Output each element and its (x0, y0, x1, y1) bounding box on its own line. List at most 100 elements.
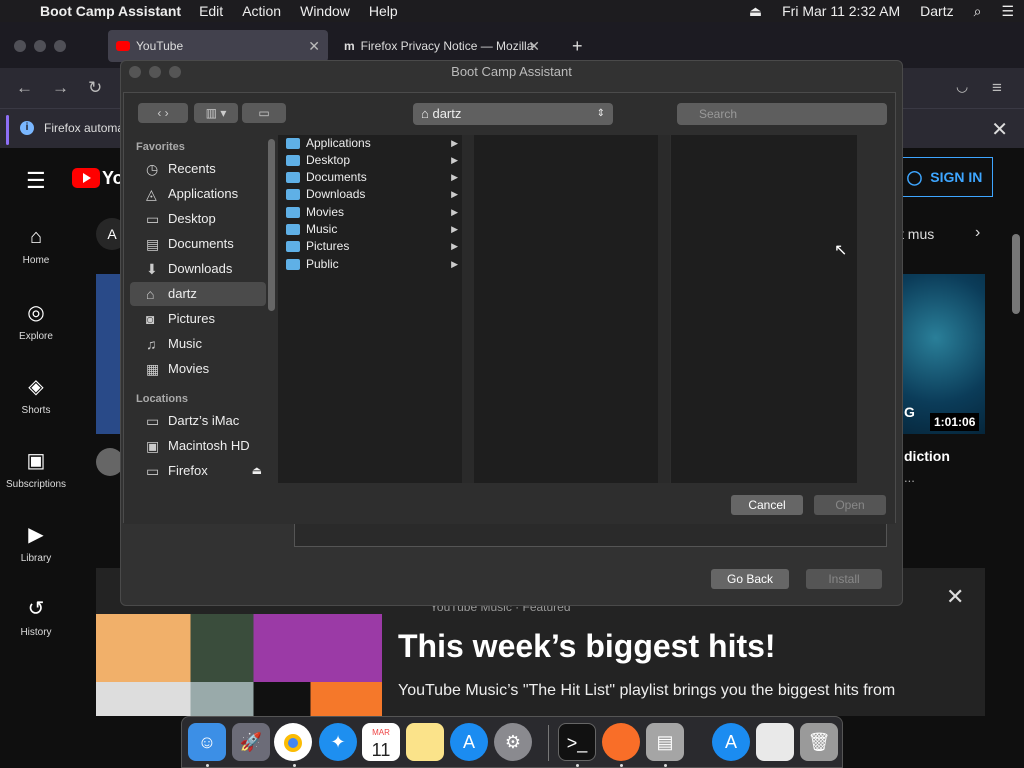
music-chip[interactable]: t mus (900, 226, 934, 242)
youtube-logo-icon[interactable] (72, 168, 100, 188)
menu-window[interactable]: Window (300, 3, 350, 19)
page-scrollbar[interactable] (1012, 234, 1020, 314)
search-input[interactable]: Search (677, 103, 887, 125)
notification-close-icon[interactable]: ✕ (991, 117, 1008, 142)
sidebar-item-pictures[interactable]: ◙ Pictures (130, 307, 266, 331)
terminal-icon[interactable]: >_ (558, 723, 596, 761)
minimize-window-light[interactable] (149, 66, 161, 78)
calendar-icon[interactable]: MAR 11 (362, 723, 400, 761)
sidebar-item-applications[interactable]: ◬ Applications (130, 182, 266, 206)
reload-icon[interactable]: ↻ (88, 78, 102, 98)
folder-item[interactable]: Public ▶ (280, 256, 460, 273)
notes-icon[interactable] (406, 723, 444, 761)
sidebar-item-documents[interactable]: ▤ Documents (130, 232, 266, 256)
video-thumbnail[interactable] (96, 274, 120, 434)
sidebar-item-macintosh-hd[interactable]: ▣ Macintosh HD (130, 434, 266, 458)
system-preferences-icon[interactable]: ⚙ (494, 723, 532, 761)
zoom-window-light[interactable] (169, 66, 181, 78)
pocket-icon[interactable]: ◡ (956, 78, 968, 95)
folder-item[interactable]: Pictures ▶ (280, 238, 460, 255)
trash-icon[interactable]: 🗑 (800, 723, 838, 761)
new-tab-icon[interactable]: + (564, 30, 591, 62)
bootcamp-icon[interactable]: ▤ (646, 723, 684, 761)
menu-bar: Boot Camp Assistant Edit Action Window H… (0, 0, 1024, 22)
minimize-window-light[interactable] (34, 40, 46, 52)
folder-item[interactable]: Downloads ▶ (280, 186, 460, 203)
sidebar-item-desktop[interactable]: ▭ Desktop (130, 207, 266, 231)
back-icon[interactable]: ← (16, 78, 33, 98)
nav-subscriptions[interactable]: ▣ Subscriptions (0, 448, 72, 490)
sidebar-item-downloads[interactable]: ⬇ Downloads (130, 257, 266, 281)
forward-icon[interactable]: → (52, 78, 69, 98)
launchpad-icon[interactable]: 🚀 (232, 723, 270, 761)
document-icon[interactable] (756, 723, 794, 761)
sidebar-item-dartz[interactable]: ⌂ dartz (130, 282, 266, 306)
sidebar-scrollbar[interactable] (268, 139, 275, 311)
menu-help[interactable]: Help (369, 3, 398, 19)
cancel-button[interactable]: Cancel (731, 495, 803, 515)
app-menu-icon[interactable]: ≡ (992, 78, 1002, 98)
promo-artwork[interactable] (96, 682, 382, 716)
app-menu[interactable]: Boot Camp Assistant (40, 3, 181, 19)
video-title[interactable]: diction (904, 448, 950, 464)
nav-shorts[interactable]: ◈ Shorts (0, 374, 72, 416)
folder-item[interactable]: Desktop ▶ (280, 152, 460, 169)
sidebar-item-movies[interactable]: ▦ Movies (130, 357, 266, 381)
finder-icon[interactable]: ☺ (188, 723, 226, 761)
menu-action[interactable]: Action (242, 3, 281, 19)
close-window-light[interactable] (129, 66, 141, 78)
iso-image-field[interactable] (294, 523, 887, 547)
control-center-icon[interactable]: ☰ (1001, 3, 1014, 20)
safari-icon[interactable]: ✦ (319, 723, 357, 761)
sidebar-item-imac[interactable]: ▭ Dartz’s iMac (130, 409, 266, 433)
disclosure-arrow-icon: ▶ (451, 172, 458, 182)
menu-edit[interactable]: Edit (199, 3, 223, 19)
video-thumbnail[interactable] (903, 274, 985, 434)
folder-item[interactable]: Movies ▶ (280, 204, 460, 221)
path-popup[interactable]: ⌂ dartz ⇕ (413, 103, 613, 125)
app-store-icon[interactable]: A (450, 723, 488, 761)
promo-close-icon[interactable]: ✕ (946, 584, 964, 610)
chrome-icon[interactable] (274, 723, 312, 761)
install-button[interactable]: Install (806, 569, 882, 589)
zoom-window-light[interactable] (54, 40, 66, 52)
clock-text[interactable]: Fri Mar 11 2:32 AM (782, 3, 900, 19)
tab-privacy-notice[interactable]: m Firefox Privacy Notice — Mozilla ✕ (336, 30, 548, 62)
sidebar-item-firefox[interactable]: ▭ Firefox ⏏ (130, 459, 266, 483)
history-icon: ↺ (27, 598, 45, 620)
go-back-button[interactable]: Go Back (711, 569, 789, 589)
tab-close-icon[interactable]: ✕ (308, 38, 320, 55)
nav-home[interactable]: ⌂ Home (0, 226, 72, 266)
firefox-icon[interactable] (602, 723, 640, 761)
new-folder-icon[interactable]: ▭ (242, 103, 286, 123)
nav-history[interactable]: ↺ History (0, 596, 72, 638)
thumbnail-text: G (904, 404, 915, 420)
app-store-icon[interactable]: A (712, 723, 750, 761)
tab-youtube[interactable]: YouTube ✕ (108, 30, 328, 62)
eject-icon[interactable]: ⏏ (749, 3, 762, 20)
back-forward-buttons[interactable]: ‹ › (138, 103, 188, 123)
sidebar-item-recents[interactable]: ◷ Recents (130, 157, 266, 181)
column-divider[interactable] (462, 135, 474, 483)
sign-in-button[interactable]: ◯ SIGN IN (896, 157, 993, 197)
spotlight-icon[interactable]: ⌕ (974, 3, 982, 20)
eject-icon[interactable]: ⏏ (252, 459, 262, 483)
view-mode-button[interactable]: ▥ ▾ (194, 103, 238, 123)
folder-label: Downloads (306, 187, 366, 201)
folder-item[interactable]: Documents ▶ (280, 169, 460, 186)
nav-library[interactable]: ▶ Library (0, 522, 72, 564)
disclosure-arrow-icon: ▶ (451, 224, 458, 234)
chevron-right-icon[interactable]: › (975, 224, 980, 242)
disclosure-arrow-icon: ▶ (451, 241, 458, 251)
tab-close-icon[interactable]: ✕ (528, 38, 540, 55)
close-window-light[interactable] (14, 40, 26, 52)
file-column (671, 135, 857, 483)
folder-item[interactable]: Music ▶ (280, 221, 460, 238)
folder-item[interactable]: Applications ▶ (280, 135, 460, 152)
nav-explore[interactable]: ◎ Explore (0, 300, 72, 342)
column-divider[interactable] (658, 135, 670, 483)
user-name[interactable]: Dartz (920, 3, 953, 19)
hamburger-icon[interactable]: ☰ (26, 168, 46, 194)
sidebar-item-music[interactable]: ♫ Music (130, 332, 266, 356)
open-button[interactable]: Open (814, 495, 886, 515)
